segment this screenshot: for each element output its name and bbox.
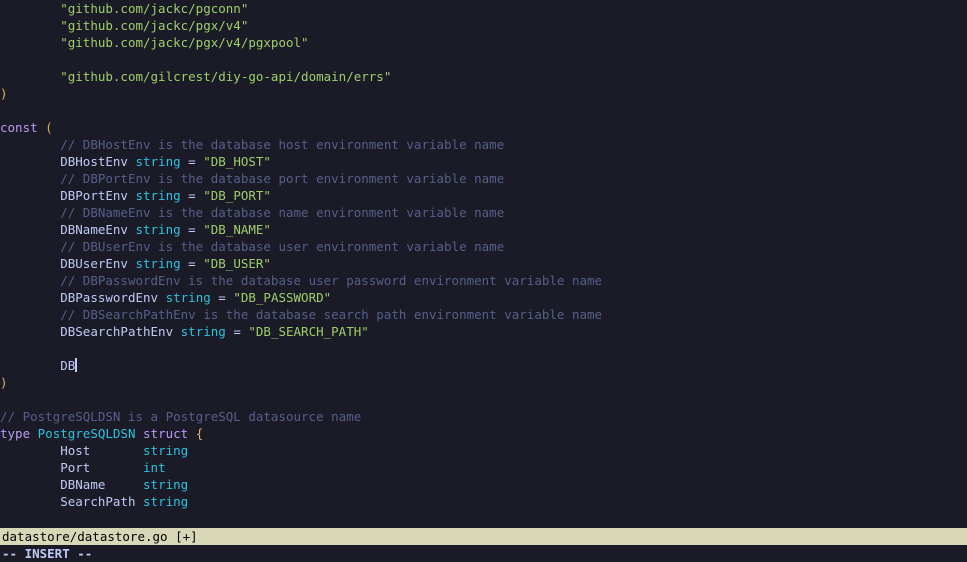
type-string: string [143, 477, 188, 492]
type-string: string [143, 443, 188, 458]
string-literal: "DB_USER" [203, 256, 271, 271]
type-string: string [135, 256, 180, 271]
field-name: Host [60, 443, 90, 458]
equals: = [181, 256, 204, 271]
string-literal: "DB_SEARCH_PATH" [248, 324, 368, 339]
type-name: PostgreSQLDSN [38, 426, 136, 441]
type-string: string [135, 222, 180, 237]
import-path: "github.com/jackc/pgx/v4" [60, 18, 248, 33]
equals: = [211, 290, 234, 305]
equals: = [181, 188, 204, 203]
type-string: string [181, 324, 226, 339]
type-int: int [143, 460, 166, 475]
type-keyword: type [0, 426, 30, 441]
const-ident: DBSearchPathEnv [60, 324, 173, 339]
open-paren: ( [45, 120, 53, 135]
const-ident: DBUserEnv [60, 256, 128, 271]
file-path: datastore/datastore.go [2, 529, 168, 544]
comment: // DBUserEnv is the database user enviro… [60, 239, 504, 254]
import-path: "github.com/jackc/pgconn" [60, 1, 248, 16]
type-string: string [135, 154, 180, 169]
vim-mode: -- INSERT -- [2, 546, 92, 561]
comment: // DBHostEnv is the database host enviro… [60, 137, 504, 152]
const-keyword: const [0, 120, 38, 135]
string-literal: "DB_NAME" [203, 222, 271, 237]
equals: = [226, 324, 249, 339]
code-editor[interactable]: "github.com/jackc/pgconn" "github.com/ja… [0, 0, 967, 528]
type-string: string [143, 494, 188, 509]
field-name: DBName [60, 477, 105, 492]
status-bar: datastore/datastore.go [+] [0, 528, 967, 545]
import-path: "github.com/gilcrest/diy-go-api/domain/e… [60, 69, 391, 84]
import-path: "github.com/jackc/pgx/v4/pgxpool" [60, 35, 308, 50]
typed-text: DB [60, 358, 75, 373]
comment: // DBPortEnv is the database port enviro… [60, 171, 504, 186]
type-string: string [166, 290, 211, 305]
close-paren: ) [0, 86, 8, 101]
equals: = [181, 222, 204, 237]
text-cursor [75, 358, 77, 372]
equals: = [181, 154, 204, 169]
modified-indicator: [+] [175, 529, 198, 544]
brace-open: { [196, 426, 204, 441]
const-ident: DBNameEnv [60, 222, 128, 237]
string-literal: "DB_PORT" [203, 188, 271, 203]
const-ident: DBHostEnv [60, 154, 128, 169]
comment: // PostgreSQLDSN is a PostgreSQL datasou… [0, 409, 361, 424]
mode-bar: -- INSERT -- [0, 545, 967, 562]
const-ident: DBPasswordEnv [60, 290, 158, 305]
string-literal: "DB_HOST" [203, 154, 271, 169]
field-name: Port [60, 460, 90, 475]
close-paren: ) [0, 375, 8, 390]
const-ident: DBPortEnv [60, 188, 128, 203]
comment: // DBNameEnv is the database name enviro… [60, 205, 504, 220]
struct-keyword: struct [143, 426, 188, 441]
comment: // DBSearchPathEnv is the database searc… [60, 307, 602, 322]
string-literal: "DB_PASSWORD" [233, 290, 331, 305]
field-name: SearchPath [60, 494, 135, 509]
comment: // DBPasswordEnv is the database user pa… [60, 273, 602, 288]
type-string: string [135, 188, 180, 203]
